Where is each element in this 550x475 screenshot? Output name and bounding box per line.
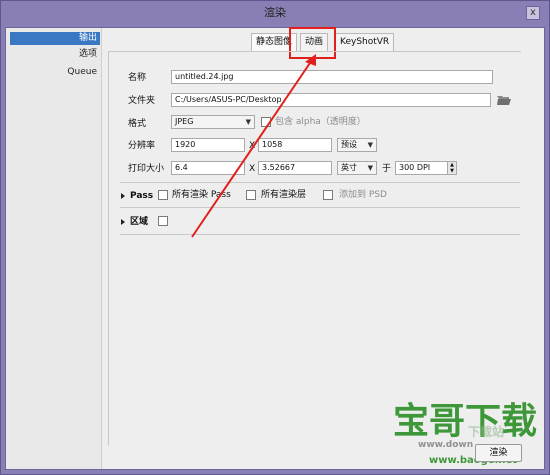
watermark-text-partial: 下载站 — [468, 425, 505, 439]
watermark-overlay-text: www.down — [418, 440, 474, 450]
render-button[interactable]: 渲染 — [475, 444, 522, 462]
watermark-logo: 宝哥下载 — [393, 401, 538, 442]
